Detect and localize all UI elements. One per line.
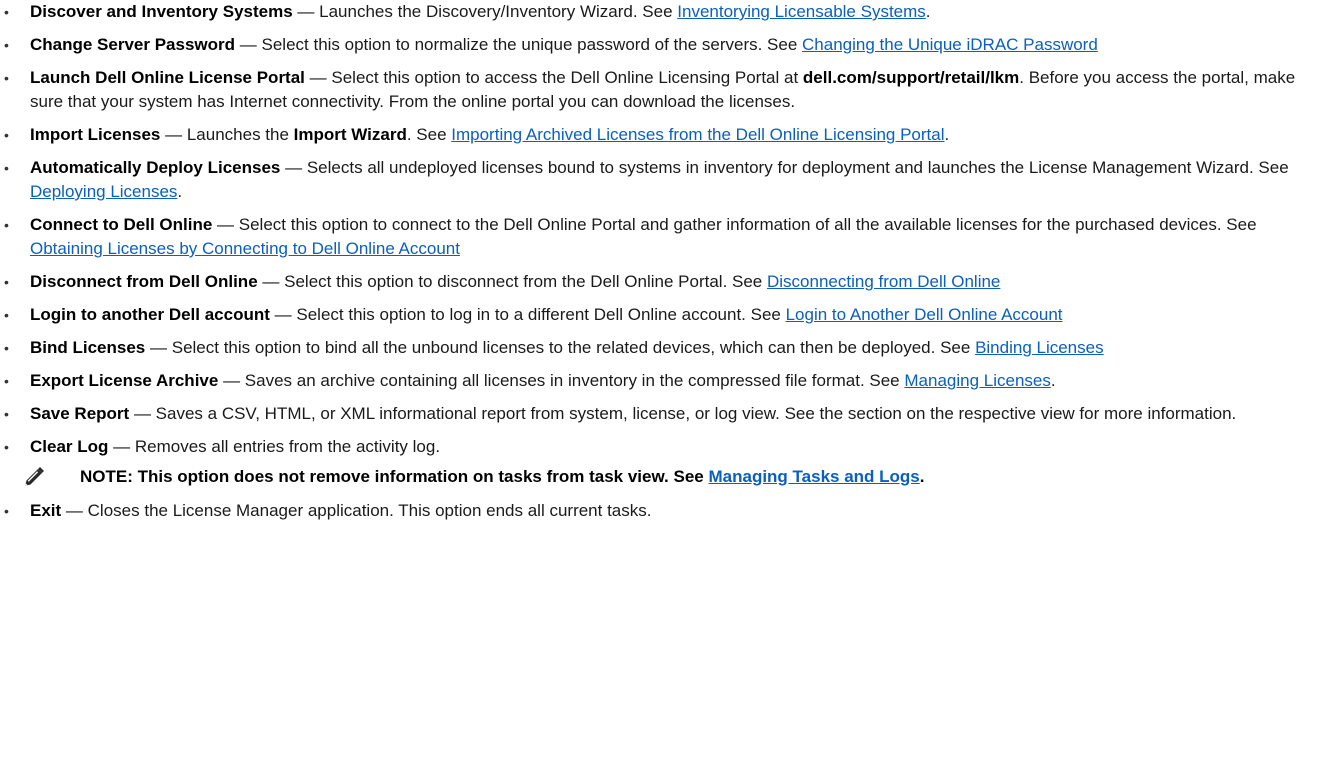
bullet: • xyxy=(4,406,9,422)
bullet: • xyxy=(4,37,9,53)
option-term: Save Report xyxy=(30,404,130,423)
cross-reference-link[interactable]: Importing Archived Licenses from the Del… xyxy=(451,125,944,144)
bullet: • xyxy=(4,340,9,356)
bullet: • xyxy=(4,274,9,290)
option-description: Select this option to disconnect from th… xyxy=(284,272,767,291)
cross-reference-link[interactable]: Login to Another Dell Online Account xyxy=(786,305,1063,324)
bullet: • xyxy=(4,307,9,323)
bullet: • xyxy=(4,4,9,20)
option-description: Saves a CSV, HTML, or XML informational … xyxy=(155,404,1237,423)
portal-url: dell.com/support/retail/lkm xyxy=(802,68,1020,87)
list-item: • Change Server Password — Select this o… xyxy=(0,33,1343,57)
option-term: Bind Licenses xyxy=(30,338,146,357)
list-item: • Exit — Closes the License Manager appl… xyxy=(0,499,1343,523)
wizard-name: Import Wizard xyxy=(293,125,407,144)
list-item: • Export License Archive — Saves an arch… xyxy=(0,369,1343,393)
option-description: Launches the xyxy=(186,125,294,144)
option-term: Change Server Password xyxy=(30,35,236,54)
bullet: • xyxy=(4,439,9,455)
list-item: • Launch Dell Online License Portal — Se… xyxy=(4,68,1296,111)
note-text: NOTE: This option does not remove inform… xyxy=(80,467,709,486)
option-description: Selects all undeployed licenses bound to… xyxy=(306,158,1289,177)
option-term: Launch Dell Online License Portal xyxy=(30,68,305,87)
bullet: • xyxy=(4,503,9,519)
pencil-note-icon xyxy=(22,465,46,489)
list-item: • Login to another Dell account — Select… xyxy=(0,303,1343,327)
bullet: • xyxy=(4,127,9,143)
list-item: • Discover and Inventory Systems — Launc… xyxy=(0,0,1343,24)
option-description: Closes the License Manager application. … xyxy=(87,501,652,520)
option-term: Disconnect from Dell Online xyxy=(30,272,258,291)
cross-reference-link[interactable]: Disconnecting from Dell Online xyxy=(767,272,1000,291)
option-description: Select this option to bind all the unbou… xyxy=(171,338,976,357)
bullet: • xyxy=(4,160,9,176)
option-description: Saves an archive containing all licenses… xyxy=(244,371,905,390)
bullet: • xyxy=(4,70,9,86)
option-term: Login to another Dell account xyxy=(30,305,270,324)
option-description: Select this option to normalize the uniq… xyxy=(261,35,803,54)
option-term: Export License Archive xyxy=(30,371,219,390)
cross-reference-link[interactable]: Binding Licenses xyxy=(975,338,1104,357)
cross-reference-link[interactable]: Changing the Unique iDRAC Password xyxy=(802,35,1098,54)
list-item: • Clear Log — Removes all entries from t… xyxy=(0,435,1343,459)
option-description: Removes all entries from the activity lo… xyxy=(134,437,441,456)
option-term: Discover and Inventory Systems xyxy=(30,2,293,21)
option-description: Launches the Discovery/Inventory Wizard.… xyxy=(319,2,678,21)
list-item: • Import Licenses — Launches the Import … xyxy=(0,123,1343,147)
cross-reference-link[interactable]: Managing Licenses xyxy=(904,371,1050,390)
list-item: • Connect to Dell Online — Select this o… xyxy=(4,215,1257,258)
option-term: Clear Log xyxy=(30,437,109,456)
cross-reference-link[interactable]: Inventorying Licensable Systems xyxy=(677,2,926,21)
list-item: • Disconnect from Dell Online — Select t… xyxy=(0,270,1343,294)
bullet: • xyxy=(4,217,9,233)
option-description: Select this option to connect to the Del… xyxy=(238,215,1257,234)
option-term: Connect to Dell Online xyxy=(30,215,213,234)
list-item: • Save Report — Saves a CSV, HTML, or XM… xyxy=(0,402,1343,426)
option-description: Select this option to log in to a differ… xyxy=(296,305,786,324)
option-term: Import Licenses xyxy=(30,125,161,144)
list-item: • Automatically Deploy Licenses — Select… xyxy=(4,158,1289,201)
list-item: • Bind Licenses — Select this option to … xyxy=(0,336,1343,360)
document-page: • Discover and Inventory Systems — Launc… xyxy=(0,0,1343,773)
cross-reference-link[interactable]: Obtaining Licenses by Connecting to Dell… xyxy=(30,239,460,258)
menu-options-list-continued: • Exit — Closes the License Manager appl… xyxy=(0,499,1343,523)
menu-options-list: • Discover and Inventory Systems — Launc… xyxy=(0,0,1343,459)
cross-reference-link[interactable]: Managing Tasks and Logs xyxy=(708,467,919,486)
option-term: Automatically Deploy Licenses xyxy=(30,158,281,177)
option-description: Select this option to access the Dell On… xyxy=(331,68,803,87)
cross-reference-link[interactable]: Deploying Licenses xyxy=(30,182,177,201)
option-term: Exit xyxy=(30,501,62,520)
note-callout: NOTE: This option does not remove inform… xyxy=(0,465,1343,489)
bullet: • xyxy=(4,373,9,389)
